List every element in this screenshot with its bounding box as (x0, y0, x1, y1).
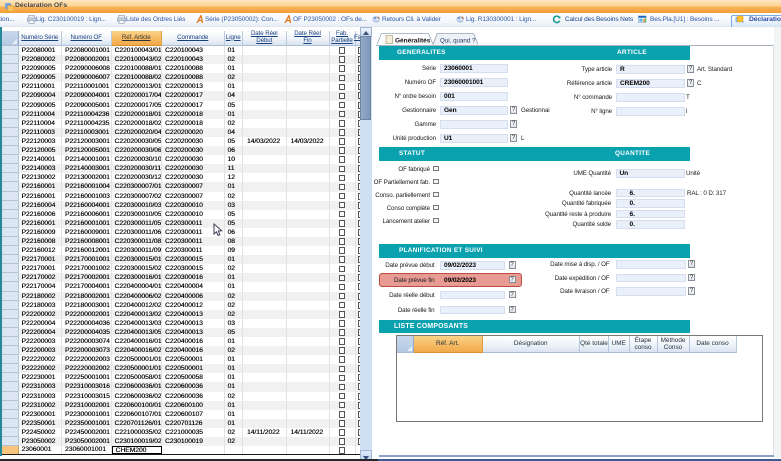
svg-text:Généralités: Généralités (395, 38, 431, 45)
svg-text:Qui, quand ?: Qui, quand ? (440, 37, 476, 44)
